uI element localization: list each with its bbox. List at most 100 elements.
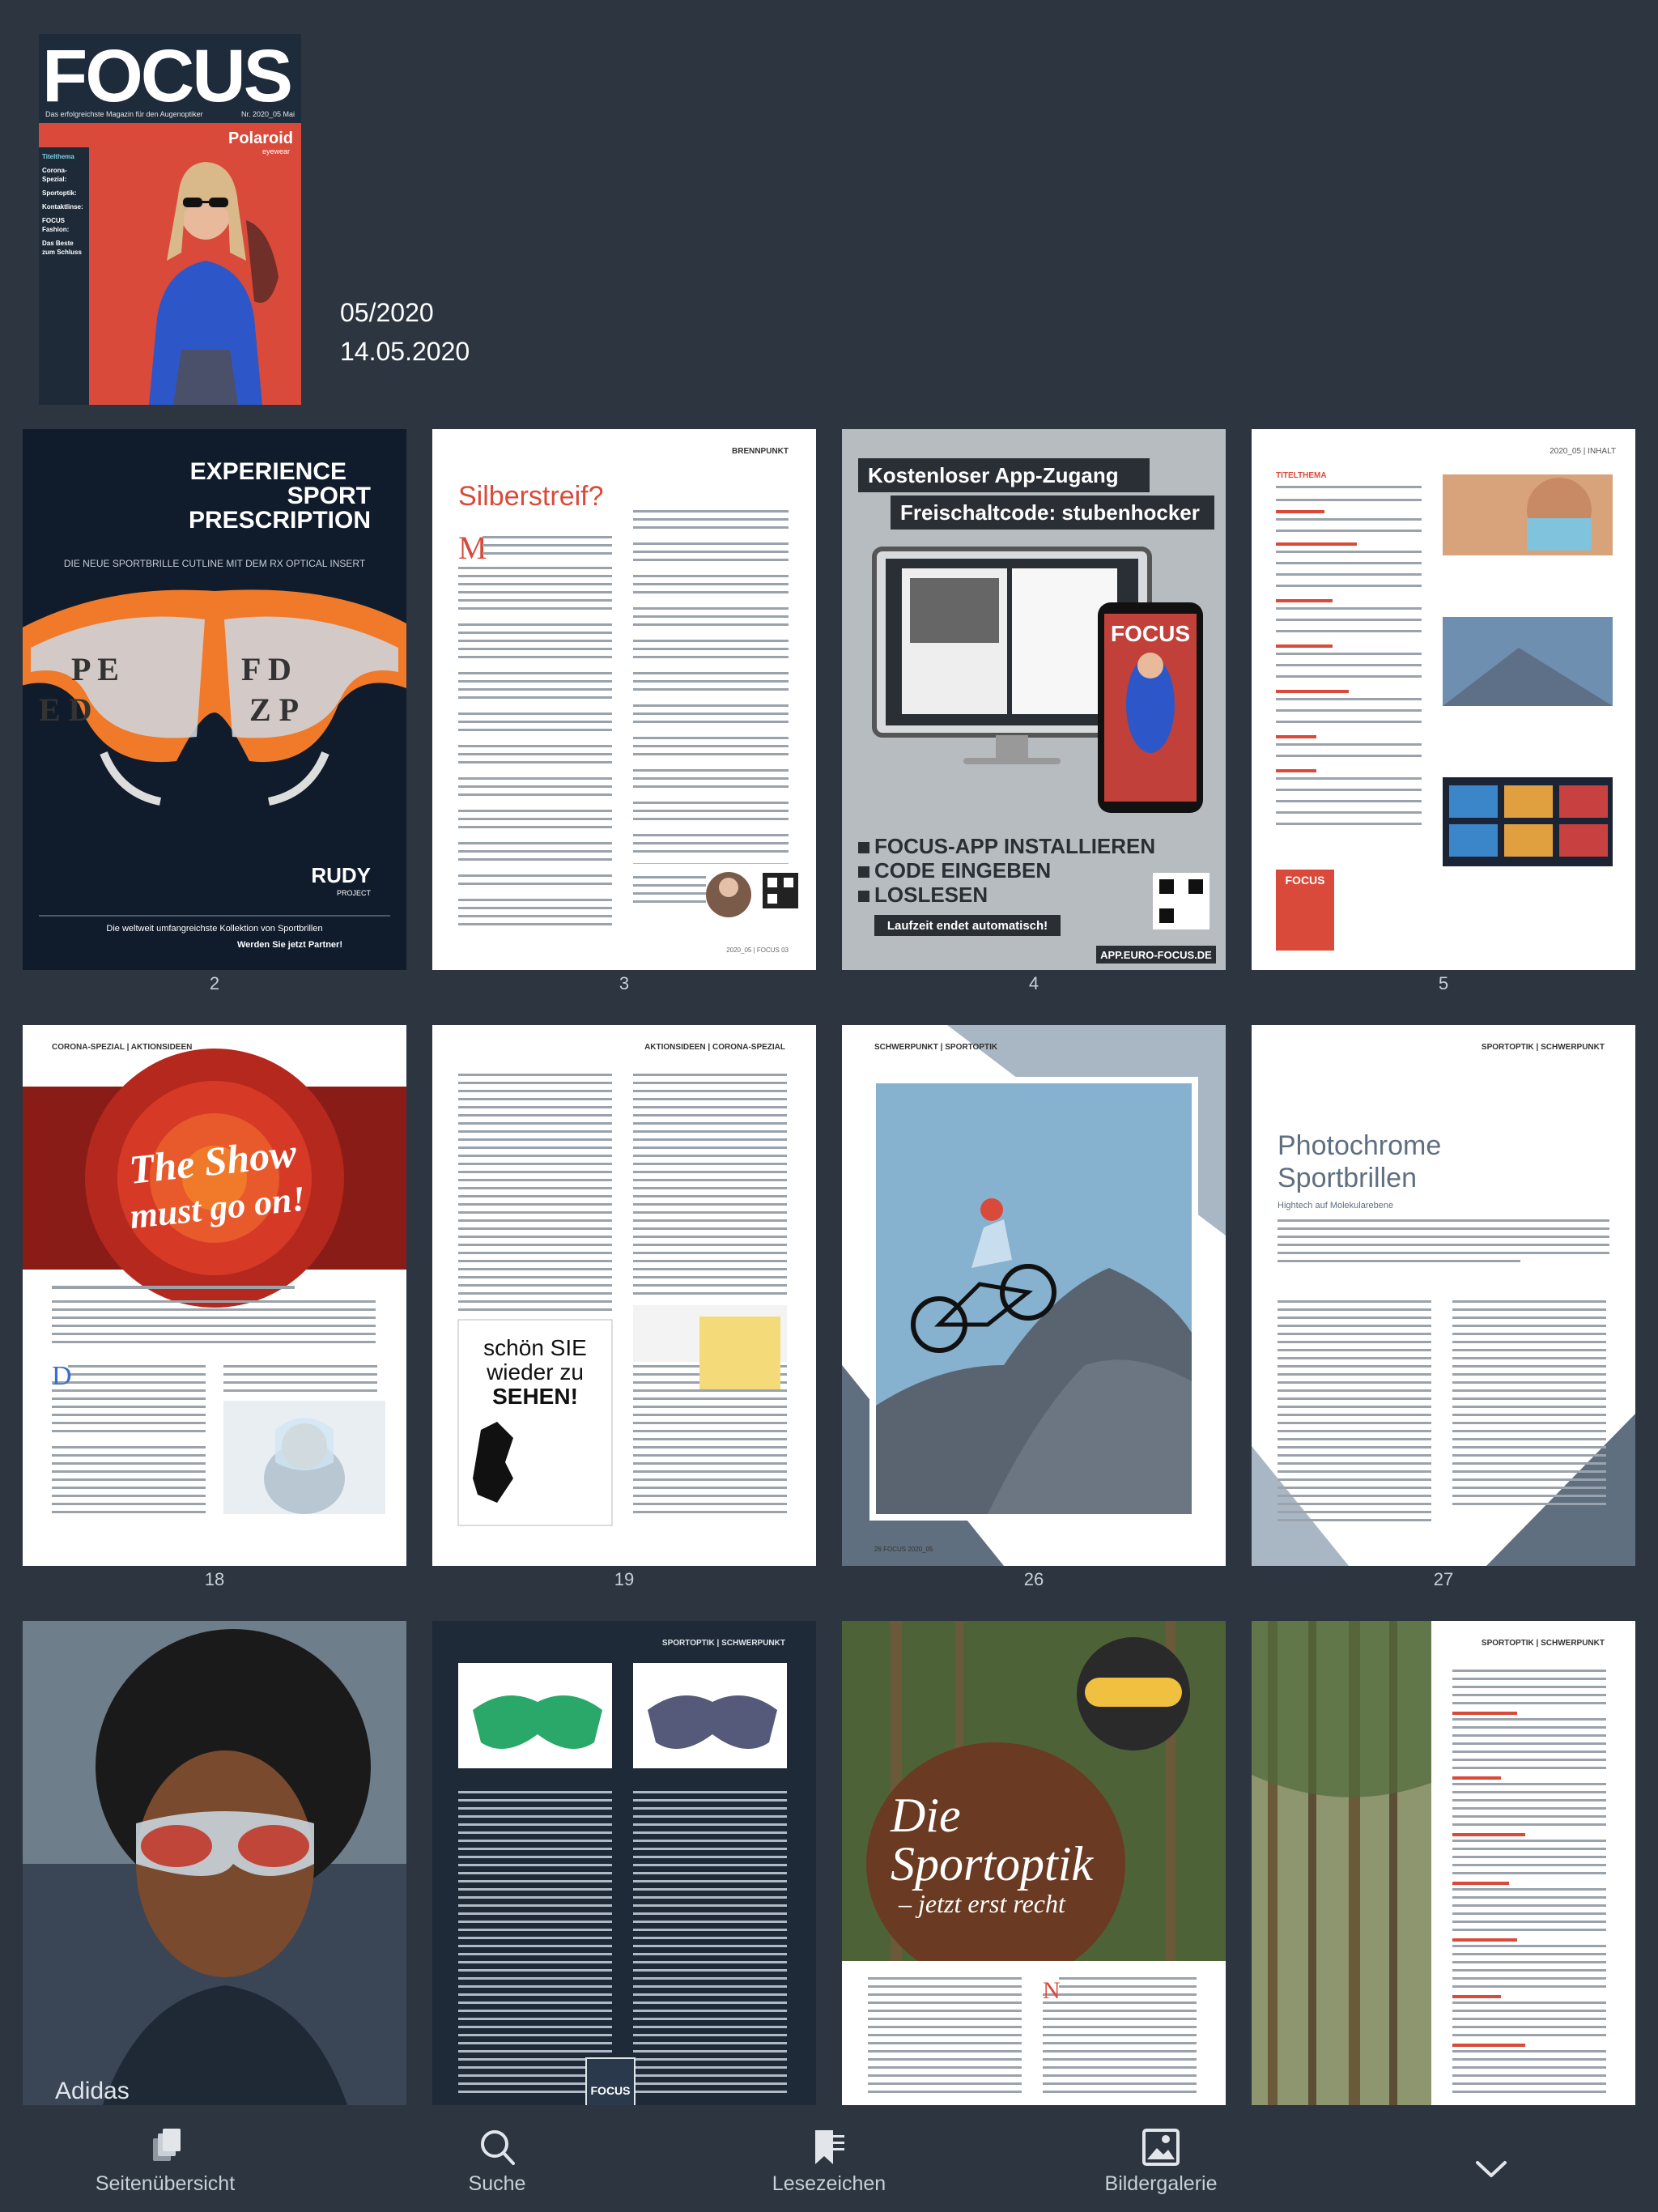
- svg-text:BRENNPUNKT: BRENNPUNKT: [732, 447, 789, 456]
- tab-page-overview[interactable]: Seitenübersicht: [68, 2105, 262, 2212]
- cover-brand: Polaroid: [227, 130, 293, 147]
- page-number: 2: [209, 973, 220, 993]
- page-thumb-26[interactable]: SCHWERPUNKT | SPORTOPTIK 26 FOCUS 2020_0…: [842, 1025, 1226, 1566]
- svg-text:APP.EURO-FOCUS.DE: APP.EURO-FOCUS.DE: [1100, 949, 1212, 961]
- collapse-button[interactable]: [1459, 2105, 1524, 2212]
- svg-text:Die weltweit umfangreichste Ko: Die weltweit umfangreichste Kollektion v…: [106, 924, 322, 934]
- svg-text:F D: F D: [241, 651, 291, 687]
- page-thumb-19[interactable]: AKTIONSIDEEN | CORONA-SPEZIAL schön SIE …: [432, 1025, 816, 1566]
- tab-label: Suche: [468, 2172, 526, 2195]
- svg-text:SCHWERPUNKT | SPORTOPTIK: SCHWERPUNKT | SPORTOPTIK: [874, 1043, 998, 1052]
- page-number: 18: [204, 1569, 225, 1589]
- page-2-art: EXPERIENCE SPORT PRESCRIPTION DIE NEUE S…: [23, 429, 406, 970]
- svg-text:wieder zu: wieder zu: [486, 1359, 584, 1385]
- magazine-cover[interactable]: FOCUS Das erfolgreichste Magazin für den…: [39, 34, 301, 405]
- page-27-art: SPORTOPTIK | SCHWERPUNKT Photochrome Spo…: [1252, 1025, 1635, 1566]
- issue-number: 05/2020: [340, 298, 434, 327]
- svg-text:CORONA-SPEZIAL | AKTIONSIDEEN: CORONA-SPEZIAL | AKTIONSIDEEN: [52, 1043, 192, 1052]
- cover-model-image: [149, 162, 278, 405]
- bottom-tab-bar: Seitenübersicht Suche Lesezeichen Bilder…: [0, 2105, 1658, 2212]
- cover-side-item: Corona-Spezial:: [42, 167, 67, 183]
- page-thumb-27[interactable]: SPORTOPTIK | SCHWERPUNKT Photochrome Spo…: [1252, 1025, 1635, 1566]
- tab-label: Lesezeichen: [772, 2172, 886, 2195]
- svg-text:Kostenloser App-Zugang: Kostenloser App-Zugang: [868, 463, 1119, 487]
- page-number: 5: [1438, 973, 1449, 993]
- cover-logo: FOCUS: [42, 35, 293, 117]
- tab-search[interactable]: Suche: [400, 2105, 594, 2212]
- svg-text:Adidas: Adidas: [55, 2078, 130, 2104]
- bookmark-icon: [815, 2129, 844, 2164]
- page-thumb-2[interactable]: EXPERIENCE SPORT PRESCRIPTION DIE NEUE S…: [23, 429, 406, 970]
- chevron-down-icon: [1476, 2161, 1507, 2177]
- svg-text:LOSLESEN: LOSLESEN: [874, 883, 988, 907]
- page-thumb-adidas[interactable]: Adidas Sportbrillenkollektion 2020 Style…: [23, 1621, 406, 2105]
- cover-side-item: FOCUS Fashion:: [42, 217, 70, 233]
- svg-text:EXPERIENCE: EXPERIENCE: [190, 458, 346, 485]
- page-thumb-5[interactable]: 2020_05 | INHALT TITELTHEMA FOCUS: [1252, 429, 1635, 970]
- gallery-icon: [1142, 2128, 1180, 2166]
- svg-text:Freischaltcode: stubenhocker: Freischaltcode: stubenhocker: [900, 500, 1200, 525]
- svg-text:D: D: [52, 1361, 72, 1391]
- page-thumb-sportoptik-1[interactable]: SPORTOPTIK | SCHWERPUNKT FOCUS: [432, 1621, 816, 2105]
- page-thumb-sportoptik-3[interactable]: SPORTOPTIK | SCHWERPUNKT: [1252, 1621, 1635, 2105]
- cover-side-item: Titelthema: [42, 153, 74, 160]
- svg-text:2020_05 | INHALT: 2020_05 | INHALT: [1550, 447, 1616, 456]
- svg-text:TITELTHEMA: TITELTHEMA: [1276, 471, 1327, 480]
- page-thumbnail-grid: EXPERIENCE SPORT PRESCRIPTION DIE NEUE S…: [23, 429, 1635, 2105]
- pages-icon: [153, 2128, 181, 2161]
- page-thumb-4[interactable]: Kostenloser App-Zugang Freischaltcode: s…: [842, 429, 1226, 970]
- tab-label: Seitenübersicht: [95, 2172, 236, 2195]
- svg-text:schön SIE: schön SIE: [483, 1335, 587, 1360]
- svg-text:N: N: [1043, 1977, 1061, 2004]
- search-icon: [481, 2129, 515, 2165]
- page-number: 26: [1023, 1569, 1044, 1589]
- svg-text:Silberstreif?: Silberstreif?: [458, 481, 604, 512]
- cover-issue: Nr. 2020_05 Mai: [240, 110, 295, 118]
- svg-text:SEHEN!: SEHEN!: [492, 1384, 578, 1409]
- page-sportoptik-1-art: SPORTOPTIK | SCHWERPUNKT FOCUS: [432, 1621, 816, 2105]
- svg-text:Werden Sie jetzt Partner!: Werden Sie jetzt Partner!: [237, 940, 342, 950]
- cover-side-item: Kontaktlinse:: [42, 203, 83, 211]
- page-4-art: Kostenloser App-Zugang Freischaltcode: s…: [842, 429, 1226, 970]
- cover-side-item: Sportoptik:: [42, 189, 77, 197]
- svg-text:Sportoptik: Sportoptik: [891, 1837, 1094, 1891]
- svg-text:P E: P E: [71, 651, 119, 687]
- svg-text:– jetzt erst recht: – jetzt erst recht: [898, 1889, 1066, 1918]
- page-number: 19: [614, 1569, 635, 1589]
- svg-text:M: M: [458, 530, 487, 566]
- tab-gallery[interactable]: Bildergalerie: [1064, 2105, 1258, 2212]
- page-18-art: CORONA-SPEZIAL | AKTIONSIDEEN The Show m…: [23, 1025, 406, 1566]
- svg-text:FOCUS: FOCUS: [1111, 621, 1190, 646]
- svg-text:Die: Die: [890, 1789, 961, 1842]
- svg-text:PRESCRIPTION: PRESCRIPTION: [189, 507, 371, 534]
- page-adidas-art: Adidas Sportbrillenkollektion 2020 Style…: [23, 1621, 406, 2105]
- tab-bookmarks[interactable]: Lesezeichen: [732, 2105, 926, 2212]
- page-number: 27: [1433, 1569, 1454, 1589]
- svg-text:SPORTOPTIK | SCHWERPUNKT: SPORTOPTIK | SCHWERPUNKT: [1482, 1043, 1605, 1052]
- svg-text:SPORT: SPORT: [287, 483, 371, 509]
- svg-text:RUDY: RUDY: [311, 863, 371, 887]
- svg-text:CODE EINGEBEN: CODE EINGEBEN: [874, 858, 1051, 883]
- issue-date: 14.05.2020: [340, 337, 470, 366]
- svg-text:FOCUS-APP INSTALLIEREN: FOCUS-APP INSTALLIEREN: [874, 834, 1155, 858]
- svg-text:DIE NEUE SPORTBRILLE CUTLINE M: DIE NEUE SPORTBRILLE CUTLINE MIT DEM RX …: [64, 558, 366, 569]
- svg-text:SPORTOPTIK | SCHWERPUNKT: SPORTOPTIK | SCHWERPUNKT: [662, 1639, 785, 1648]
- cover-sidebar: Titelthema Corona-Spezial: Sportoptik: K…: [39, 147, 89, 405]
- page-thumb-18[interactable]: CORONA-SPEZIAL | AKTIONSIDEEN The Show m…: [23, 1025, 406, 1566]
- page-19-art: AKTIONSIDEEN | CORONA-SPEZIAL schön SIE …: [432, 1025, 816, 1566]
- page-number: 3: [619, 973, 630, 993]
- svg-text:Z P: Z P: [249, 691, 299, 728]
- svg-text:Photochrome: Photochrome: [1278, 1130, 1441, 1161]
- page-5-art: 2020_05 | INHALT TITELTHEMA FOCUS: [1252, 429, 1635, 970]
- svg-text:2020_05 | FOCUS 03: 2020_05 | FOCUS 03: [726, 946, 789, 954]
- svg-text:PROJECT: PROJECT: [337, 889, 372, 897]
- page-sportoptik-2-art: Die Sportoptik – jetzt erst recht N: [842, 1621, 1226, 2105]
- page-thumb-3[interactable]: BRENNPUNKT Silberstreif? M 2020_05 | FOC…: [432, 429, 816, 970]
- svg-text:Laufzeit endet automatisch!: Laufzeit endet automatisch!: [887, 919, 1048, 933]
- svg-text:FOCUS: FOCUS: [591, 2084, 631, 2097]
- page-thumb-sportoptik-2[interactable]: Die Sportoptik – jetzt erst recht N: [842, 1621, 1226, 2105]
- cover-brand-sub: eyewear: [261, 147, 290, 155]
- svg-text:AKTIONSIDEEN | CORONA-SPEZIAL: AKTIONSIDEEN | CORONA-SPEZIAL: [644, 1043, 785, 1052]
- svg-text:E D: E D: [39, 691, 92, 728]
- page-26-art: SCHWERPUNKT | SPORTOPTIK 26 FOCUS 2020_0…: [842, 1025, 1226, 1566]
